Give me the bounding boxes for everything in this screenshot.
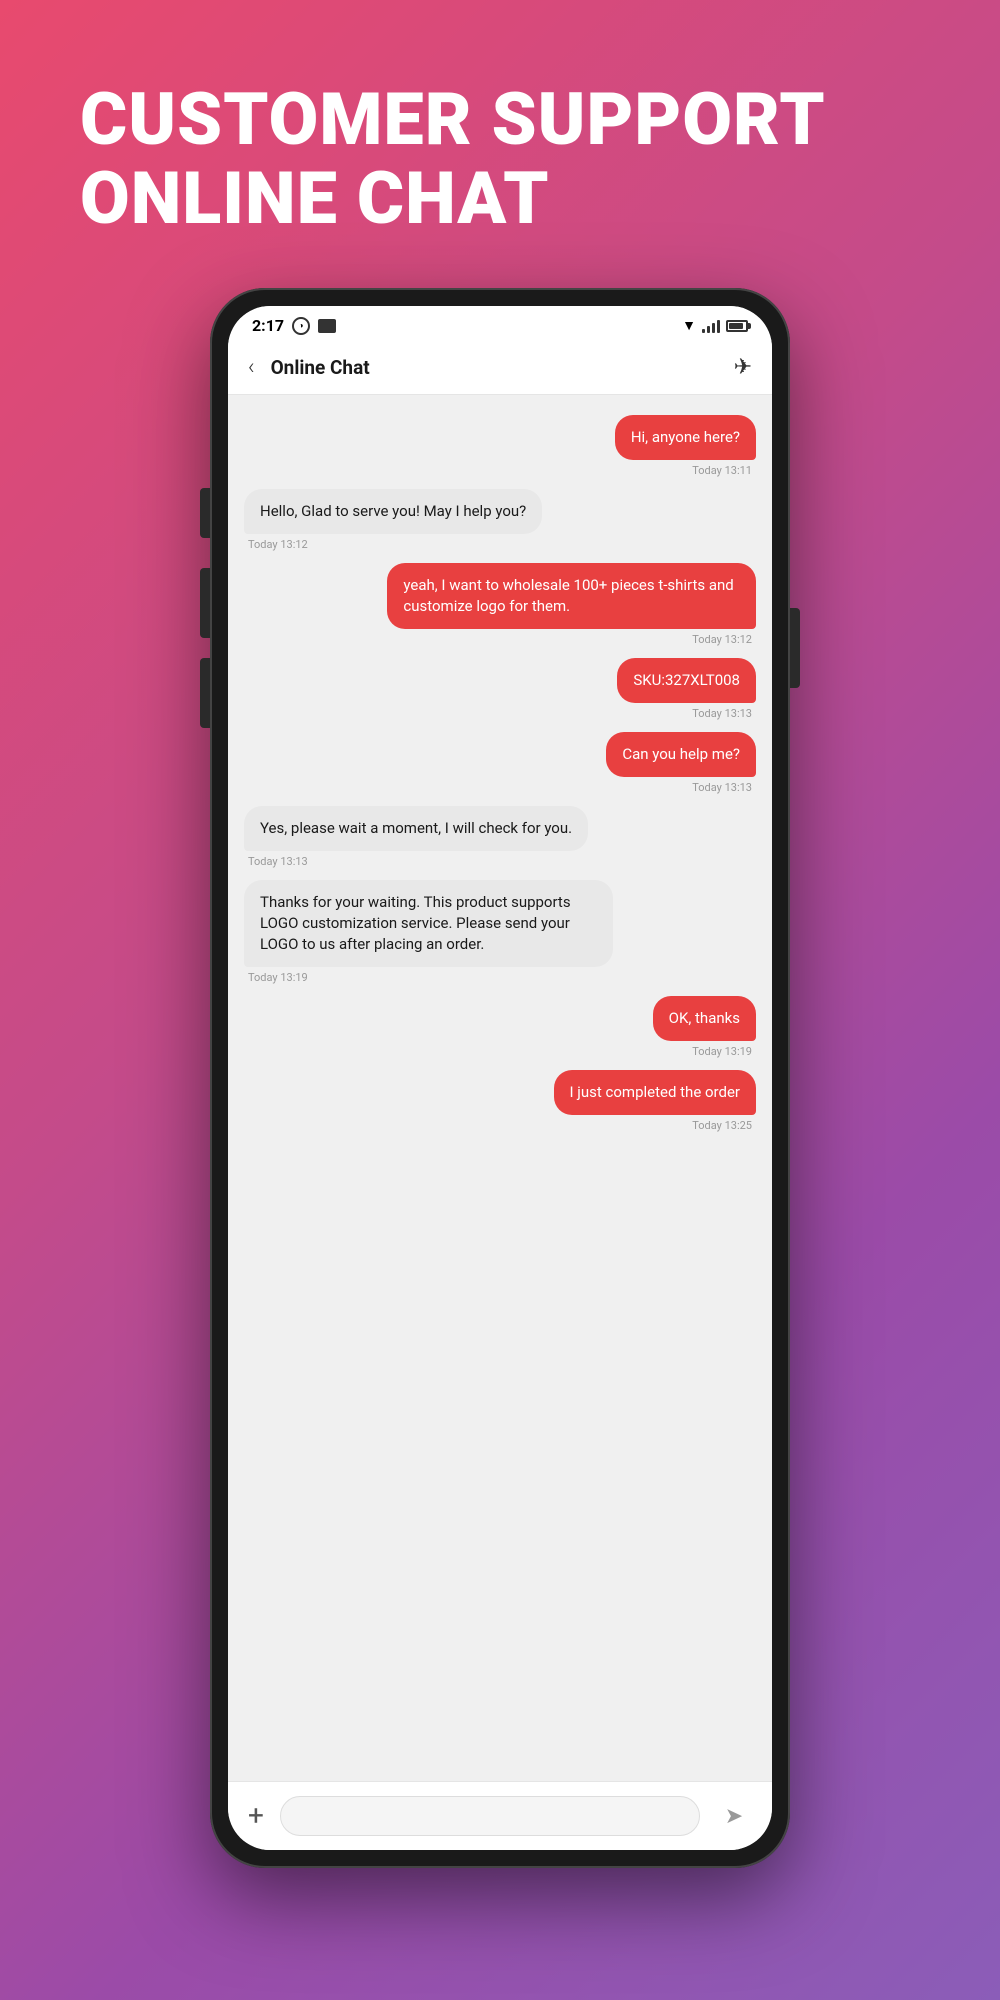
message-bubble: SKU:327XLT008 — [617, 658, 756, 703]
message-bubble: Hi, anyone here? — [615, 415, 756, 460]
phone-frame: 2:17 ◑ ▼ — [210, 288, 790, 1868]
message-row: Thanks for your waiting. This product su… — [244, 880, 756, 984]
wifi-icon: ▼ — [682, 317, 696, 334]
message-time: Today 13:19 — [688, 1045, 756, 1058]
signal-bars — [702, 319, 720, 333]
sd-card-icon — [318, 319, 336, 333]
message-time: Today 13:12 — [244, 538, 312, 551]
input-bar: + ➤ — [228, 1781, 772, 1850]
power-button — [790, 608, 800, 688]
message-row: Can you help me? Today 13:13 — [244, 732, 756, 794]
message-input[interactable] — [280, 1796, 700, 1836]
message-bubble: OK, thanks — [653, 996, 756, 1041]
message-time: Today 13:13 — [688, 781, 756, 794]
signal-bar-4 — [717, 320, 720, 333]
message-row: Hi, anyone here? Today 13:11 — [244, 415, 756, 477]
phone-screen: 2:17 ◑ ▼ — [228, 306, 772, 1850]
message-row: SKU:327XLT008 Today 13:13 — [244, 658, 756, 720]
add-button[interactable]: + — [248, 1802, 264, 1830]
brightness-icon: ◑ — [292, 317, 310, 335]
message-row: Yes, please wait a moment, I will check … — [244, 806, 756, 868]
chat-title: Online Chat — [271, 356, 734, 379]
message-bubble: Can you help me? — [606, 732, 756, 777]
status-right: ▼ — [682, 317, 748, 334]
signal-bar-1 — [702, 329, 705, 333]
phone-container: 2:17 ◑ ▼ — [0, 278, 1000, 1868]
status-time: 2:17 — [252, 316, 284, 335]
message-time: Today 13:11 — [688, 464, 756, 477]
message-row: I just completed the order Today 13:25 — [244, 1070, 756, 1132]
message-bubble: yeah, I want to wholesale 100+ pieces t-… — [387, 563, 756, 629]
battery-fill — [729, 323, 743, 329]
message-row: yeah, I want to wholesale 100+ pieces t-… — [244, 563, 756, 646]
chat-header: ‹ Online Chat ✈ — [228, 341, 772, 395]
message-time: Today 13:25 — [688, 1119, 756, 1132]
send-button[interactable]: ➤ — [716, 1798, 752, 1834]
message-row: OK, thanks Today 13:19 — [244, 996, 756, 1058]
chat-area[interactable]: Hi, anyone here? Today 13:11 Hello, Glad t… — [228, 395, 772, 1781]
message-bubble: Yes, please wait a moment, I will check … — [244, 806, 588, 851]
message-row: Hello, Glad to serve you! May I help you… — [244, 489, 756, 551]
message-bubble: I just completed the order — [554, 1070, 757, 1115]
silent-button — [200, 488, 210, 538]
back-button[interactable]: ‹ — [248, 355, 255, 380]
signal-bar-3 — [712, 323, 715, 333]
hero-title: CUSTOMER SUPPORT ONLINE CHAT — [0, 0, 1000, 278]
battery-icon — [726, 320, 748, 332]
status-bar: 2:17 ◑ ▼ — [228, 306, 772, 341]
signal-bar-2 — [707, 326, 710, 333]
message-time: Today 13:19 — [244, 971, 312, 984]
message-time: Today 13:13 — [244, 855, 312, 868]
hero-section: CUSTOMER SUPPORT ONLINE CHAT — [0, 0, 1000, 278]
volume-up-button — [200, 568, 210, 638]
pin-icon[interactable]: ✈ — [734, 355, 752, 380]
message-bubble: Thanks for your waiting. This product su… — [244, 880, 613, 967]
message-time: Today 13:13 — [688, 707, 756, 720]
volume-down-button — [200, 658, 210, 728]
message-bubble: Hello, Glad to serve you! May I help you… — [244, 489, 542, 534]
status-left: 2:17 ◑ — [252, 316, 336, 335]
message-time: Today 13:12 — [688, 633, 756, 646]
